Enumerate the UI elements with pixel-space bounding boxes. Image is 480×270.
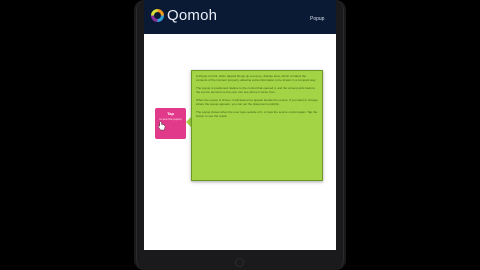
popup-paragraph-4: The popup closes when the user taps outs… [196, 110, 318, 118]
popup-panel[interactable]: A Popup control, when tapped brings up a… [191, 70, 323, 181]
brand-name: Qomoh [167, 7, 218, 24]
home-button[interactable] [235, 258, 244, 267]
qomoh-logo-icon [151, 9, 164, 22]
popup-paragraph-2: The popup is positioned relative to the … [196, 86, 315, 94]
hand-pointer-icon [157, 121, 166, 131]
app-header: Qomoh Popup [144, 0, 336, 34]
nav-link-popup[interactable]: Popup [310, 16, 324, 22]
tip-title: Tap [167, 111, 174, 116]
popup-paragraph-1: A Popup control, when tapped brings up a… [196, 74, 316, 82]
popup-paragraph-3: When the popup is shown, it will attempt… [196, 98, 318, 106]
